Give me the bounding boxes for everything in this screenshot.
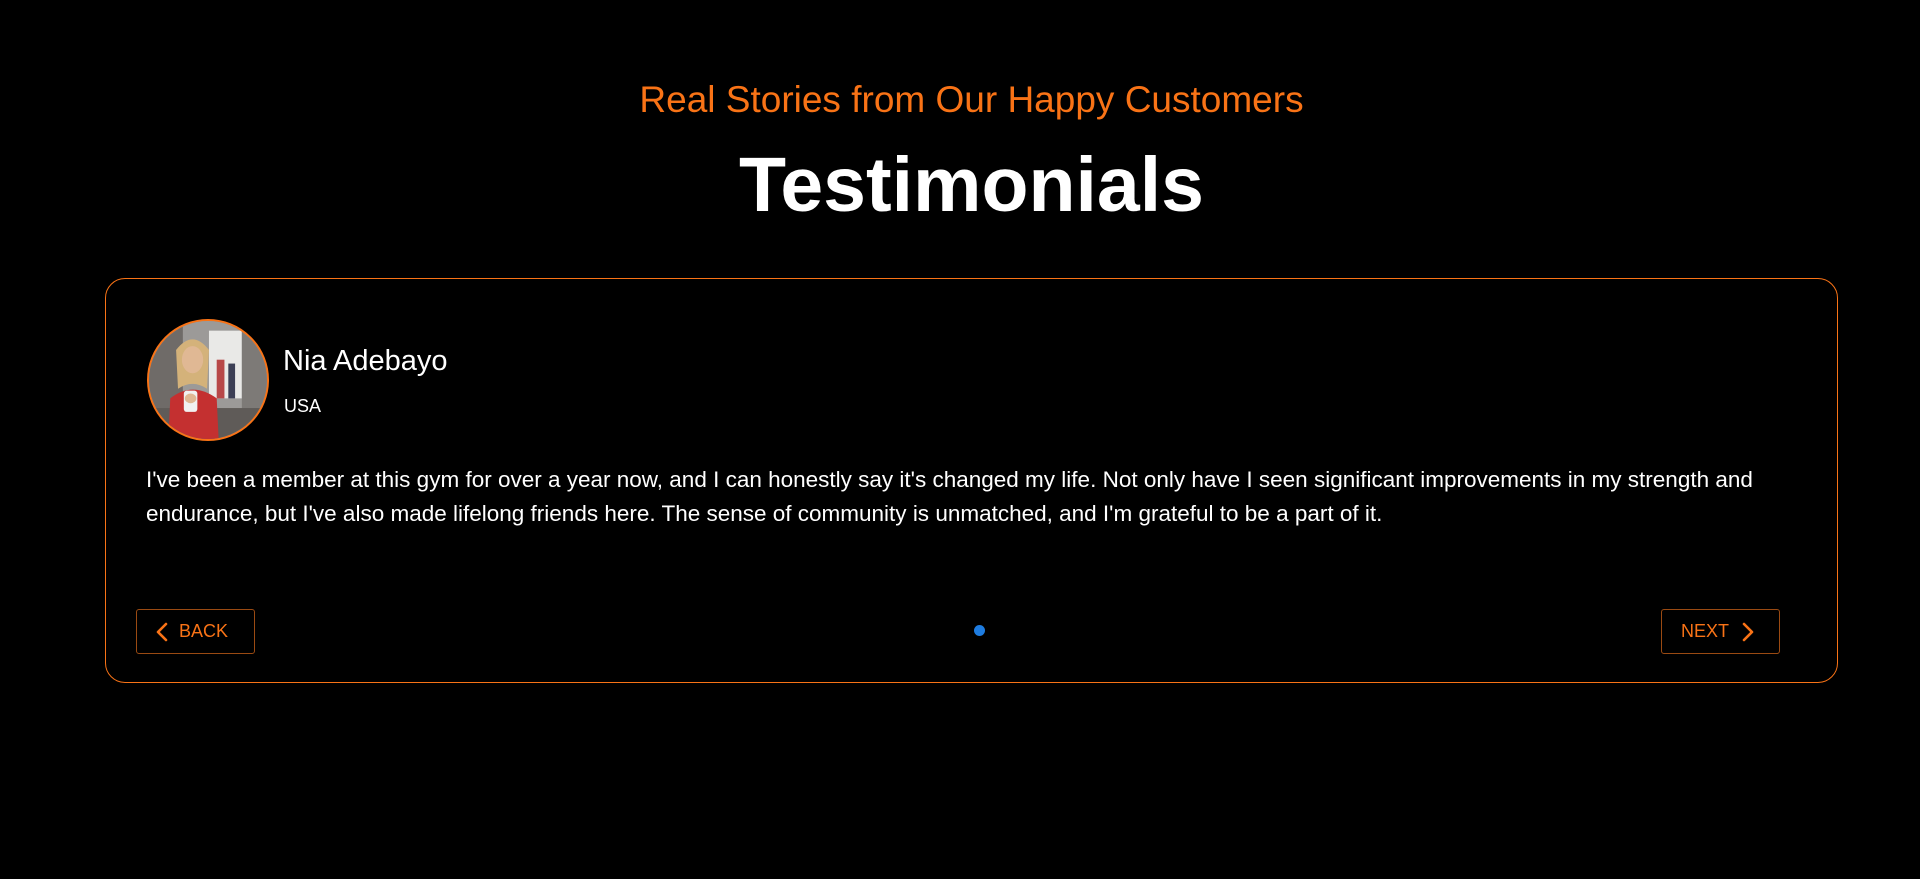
avatar [147,319,269,441]
next-button[interactable]: NEXT [1661,609,1780,654]
chevron-right-icon [1741,621,1755,643]
next-button-label: NEXT [1681,621,1730,641]
testimonial-card: Nia Adebayo USA I've been a member at th… [105,278,1838,683]
back-button[interactable]: BACK [136,609,255,654]
avatar-photo [149,321,267,439]
testimonial-quote: I've been a member at this gym for over … [146,467,1753,526]
back-button-label: BACK [179,621,229,641]
section-subtitle: Real Stories from Our Happy Customers [639,79,1304,120]
customer-name: Nia Adebayo [283,345,448,377]
pagination-dot-active[interactable] [974,625,985,636]
customer-country: USA [284,396,322,416]
chevron-left-icon [155,621,169,643]
section-title: Testimonials [739,142,1204,228]
pagination-dots [974,625,985,636]
testimonials-section: Real Stories from Our Happy Customers Te… [0,0,1920,879]
